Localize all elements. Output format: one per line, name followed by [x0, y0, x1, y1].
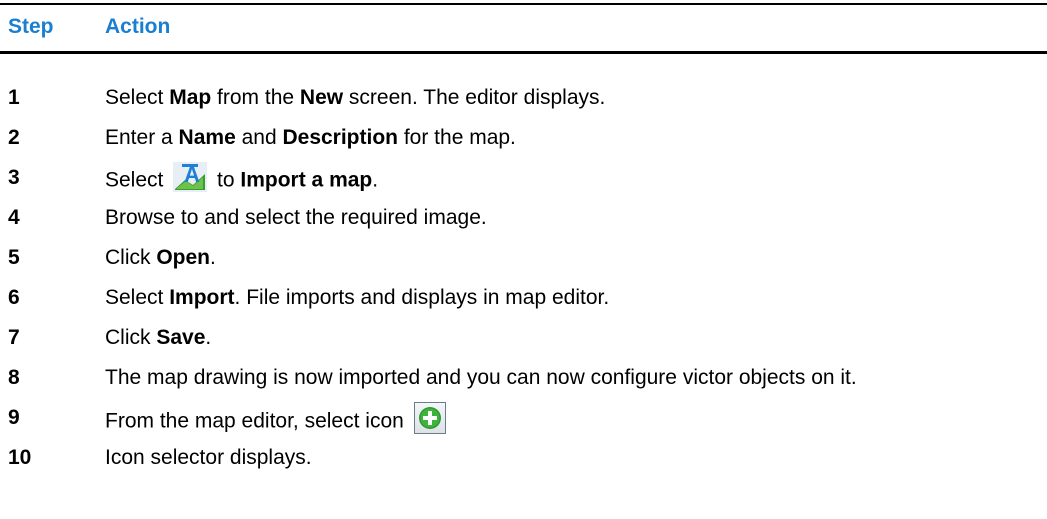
step-action: Icon selector displays.	[105, 446, 312, 469]
table-row: 3 Select A to Import a map.	[0, 134, 1047, 192]
table-row: 1 Select Map from the New screen. The ed…	[0, 54, 1047, 109]
table-row: 4 Browse to and select the required imag…	[0, 174, 1047, 229]
table-row: 9 From the map editor, select icon	[0, 374, 1047, 434]
header-action: Action	[105, 15, 171, 38]
step-number: 10	[8, 446, 32, 469]
header-step: Step	[8, 15, 54, 38]
table-row: 6 Select Import. File imports and displa…	[0, 254, 1047, 309]
table-row: 8 The map drawing is now imported and yo…	[0, 334, 1047, 389]
table-row: 5 Click Open.	[0, 214, 1047, 269]
table-row: 7 Click Save.	[0, 294, 1047, 349]
table-row: 2 Enter a Name and Description for the m…	[0, 94, 1047, 149]
table-row: 10 Icon selector displays.	[0, 414, 1047, 469]
table-header-row: Step Action	[0, 5, 1047, 53]
